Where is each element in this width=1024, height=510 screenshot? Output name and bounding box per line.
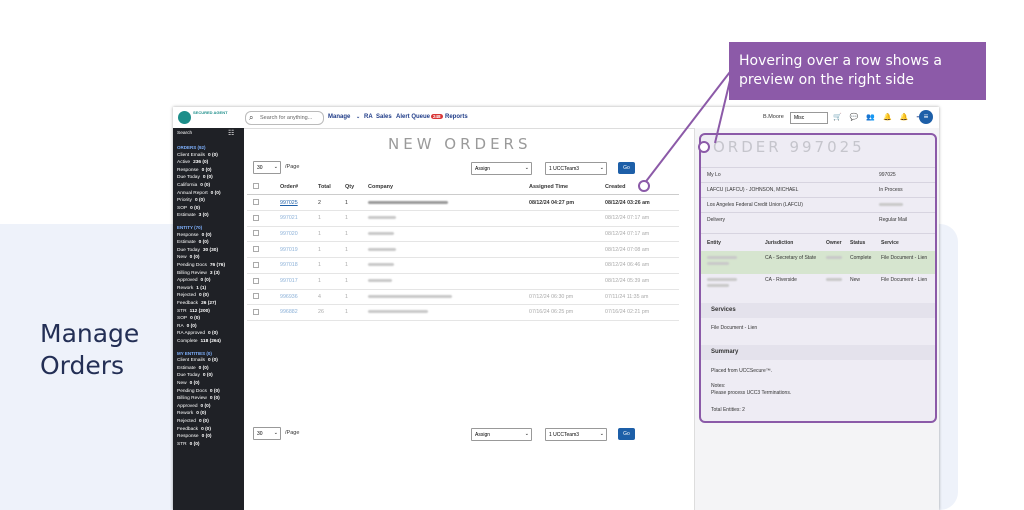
callout-box: Hovering over a row shows a preview on t… [729,42,986,100]
hover-marker [638,180,650,192]
callout-text: Hovering over a row shows a preview on t… [739,53,942,88]
